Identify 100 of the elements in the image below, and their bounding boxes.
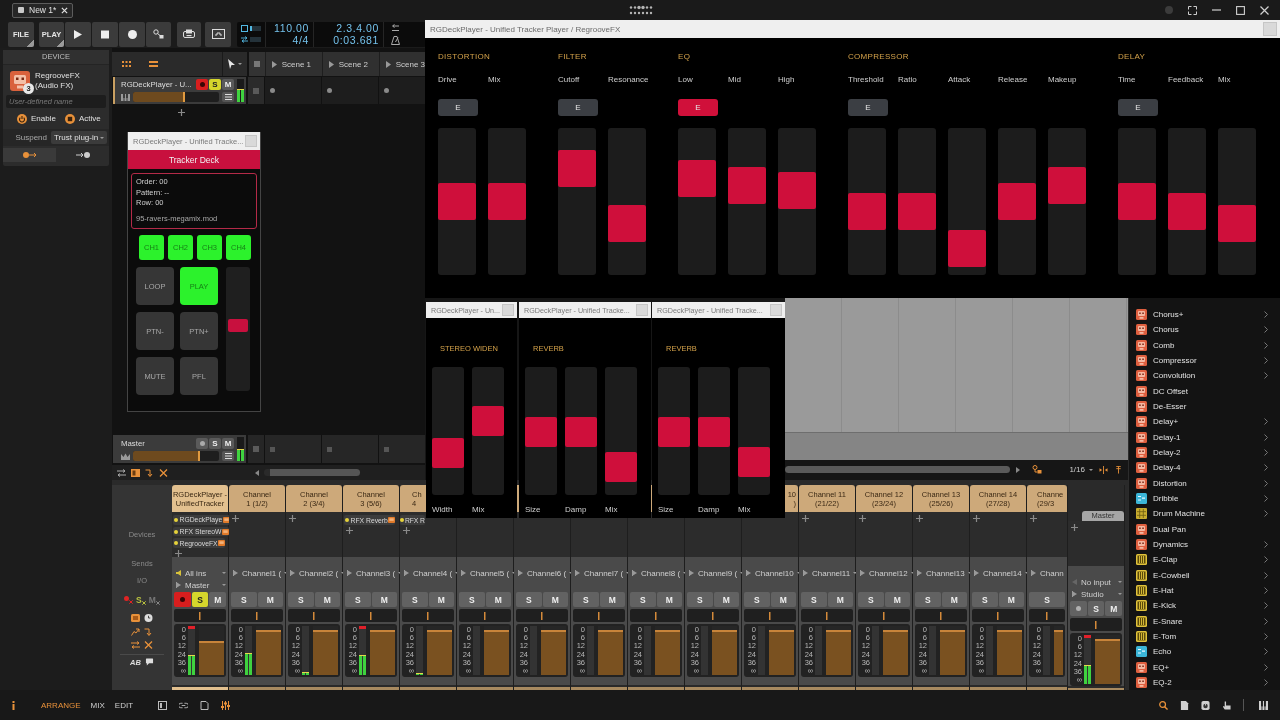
- browser-item[interactable]: EQ+: [1129, 659, 1280, 675]
- volume-fader[interactable]: [133, 92, 219, 102]
- track-solo-button[interactable]: S: [345, 592, 371, 607]
- nodes-icon[interactable]: [1032, 465, 1042, 474]
- pan-control[interactable]: [972, 609, 1024, 622]
- scene-button[interactable]: Scene 1: [264, 52, 322, 76]
- track-solo-button[interactable]: S: [687, 592, 713, 607]
- track-mute-button[interactable]: M: [428, 592, 454, 607]
- add-icon[interactable]: [232, 515, 239, 522]
- pan-control[interactable]: [1029, 609, 1065, 622]
- clip-slot[interactable]: [321, 435, 378, 463]
- slider-track[interactable]: [1218, 128, 1256, 275]
- document-icon[interactable]: [200, 700, 210, 710]
- slider-thumb[interactable]: [558, 150, 596, 187]
- track-mute-button[interactable]: M: [827, 592, 853, 607]
- pan-control[interactable]: [801, 609, 853, 622]
- track-solo-button[interactable]: S: [915, 592, 941, 607]
- info-icon[interactable]: [12, 700, 15, 710]
- section-toggle[interactable]: E: [558, 99, 598, 116]
- track-mute-button[interactable]: M: [998, 592, 1024, 607]
- slider-track[interactable]: [1168, 128, 1206, 275]
- pan-control[interactable]: [630, 609, 682, 622]
- toolbar-button[interactable]: [205, 21, 231, 47]
- slider-thumb[interactable]: [948, 230, 986, 268]
- browser-item[interactable]: E-Hat: [1129, 582, 1280, 599]
- scene-button[interactable]: Scene 3: [378, 52, 425, 76]
- slider-thumb[interactable]: [525, 417, 557, 447]
- solo-reset-button[interactable]: S: [136, 595, 146, 605]
- caret-icon[interactable]: [237, 63, 242, 65]
- browser-item[interactable]: Comb: [1129, 337, 1280, 353]
- file-icon[interactable]: [1180, 700, 1189, 710]
- split-icon[interactable]: [1099, 465, 1108, 474]
- browser-item[interactable]: Dribble: [1129, 490, 1280, 507]
- view-tab[interactable]: MIX: [85, 698, 110, 712]
- slider-thumb[interactable]: [432, 437, 464, 468]
- routing-dropdown[interactable]: All ins: [174, 567, 226, 579]
- toolbar-button[interactable]: [177, 21, 201, 47]
- arrow-up-right-icon[interactable]: [131, 628, 140, 636]
- slider-track[interactable]: [1118, 128, 1156, 275]
- slider-track[interactable]: [565, 367, 597, 495]
- track-solo-button[interactable]: S: [288, 592, 314, 607]
- browser-item[interactable]: Delay+: [1129, 414, 1280, 430]
- add-icon[interactable]: [859, 515, 866, 522]
- slider-thumb[interactable]: [998, 183, 1036, 220]
- slider-track[interactable]: [658, 367, 690, 495]
- slider-thumb[interactable]: [1048, 166, 1086, 204]
- browser-item[interactable]: Dynamics: [1129, 536, 1280, 553]
- slider-track[interactable]: [432, 367, 464, 495]
- expand-icon[interactable]: [1188, 5, 1197, 15]
- track-mute-button[interactable]: M: [257, 592, 283, 607]
- track-solo-button[interactable]: S: [972, 592, 998, 607]
- pan-control[interactable]: [1070, 618, 1122, 631]
- slider-track[interactable]: [898, 128, 936, 275]
- arrow-down-right-icon[interactable]: [145, 468, 154, 477]
- track-solo-button[interactable]: S: [573, 592, 599, 607]
- track-solo-button[interactable]: S: [516, 592, 542, 607]
- speech-bubble-icon[interactable]: [144, 658, 154, 666]
- track-solo-button[interactable]: S: [459, 592, 485, 607]
- arm-reset-button[interactable]: [124, 596, 134, 604]
- toggle-button[interactable]: Active: [64, 113, 101, 124]
- slider-track[interactable]: [998, 128, 1036, 275]
- pan-control[interactable]: [744, 609, 796, 622]
- tempo-readout[interactable]: 110.00: [274, 22, 309, 34]
- time-signature[interactable]: 4/4: [292, 34, 309, 46]
- view-tab[interactable]: EDIT: [109, 698, 139, 712]
- pan-control[interactable]: [459, 609, 511, 622]
- volume-fader[interactable]: [133, 451, 219, 461]
- stop-button[interactable]: [92, 21, 118, 47]
- toggle-button[interactable]: Enable: [17, 113, 56, 124]
- browser-item[interactable]: E-Cowbell: [1129, 567, 1280, 583]
- panel-icon[interactable]: [131, 468, 140, 477]
- pan-control[interactable]: [345, 609, 397, 622]
- slider-track[interactable]: [948, 128, 986, 275]
- track-mute-button[interactable]: M: [1105, 601, 1122, 616]
- track-solo-button[interactable]: S: [209, 437, 221, 449]
- routing-dropdown[interactable]: Studio: [1070, 588, 1122, 600]
- track-mute-button[interactable]: M: [941, 592, 967, 607]
- slider-thumb[interactable]: [1168, 192, 1206, 230]
- hand-icon[interactable]: [1222, 700, 1231, 710]
- track-solo-button[interactable]: S: [858, 592, 884, 607]
- track-menu-button[interactable]: [222, 451, 234, 461]
- slider-thumb[interactable]: [678, 159, 716, 197]
- track-mute-button[interactable]: M: [884, 592, 910, 607]
- browser-item[interactable]: EQ-2: [1129, 674, 1280, 691]
- slider-thumb[interactable]: [658, 417, 690, 447]
- browser-item[interactable]: Chorus: [1129, 322, 1280, 338]
- browser-item[interactable]: Distortion: [1129, 475, 1280, 491]
- section-toggle[interactable]: E: [1118, 99, 1158, 116]
- add-icon[interactable]: [403, 527, 410, 534]
- slider-track[interactable]: [698, 367, 730, 495]
- scene-button[interactable]: Scene 2: [321, 52, 379, 76]
- stop-icon[interactable]: [253, 61, 260, 67]
- close-icon[interactable]: [144, 641, 153, 649]
- track-mute-button[interactable]: M: [770, 592, 796, 607]
- section-toggle[interactable]: E: [848, 99, 888, 116]
- track-mute-button[interactable]: M: [542, 592, 568, 607]
- slider-track[interactable]: [728, 128, 766, 275]
- browser-item[interactable]: E-Snare: [1129, 613, 1280, 629]
- add-icon[interactable]: [178, 108, 185, 116]
- track-solo-button[interactable]: S: [630, 592, 656, 607]
